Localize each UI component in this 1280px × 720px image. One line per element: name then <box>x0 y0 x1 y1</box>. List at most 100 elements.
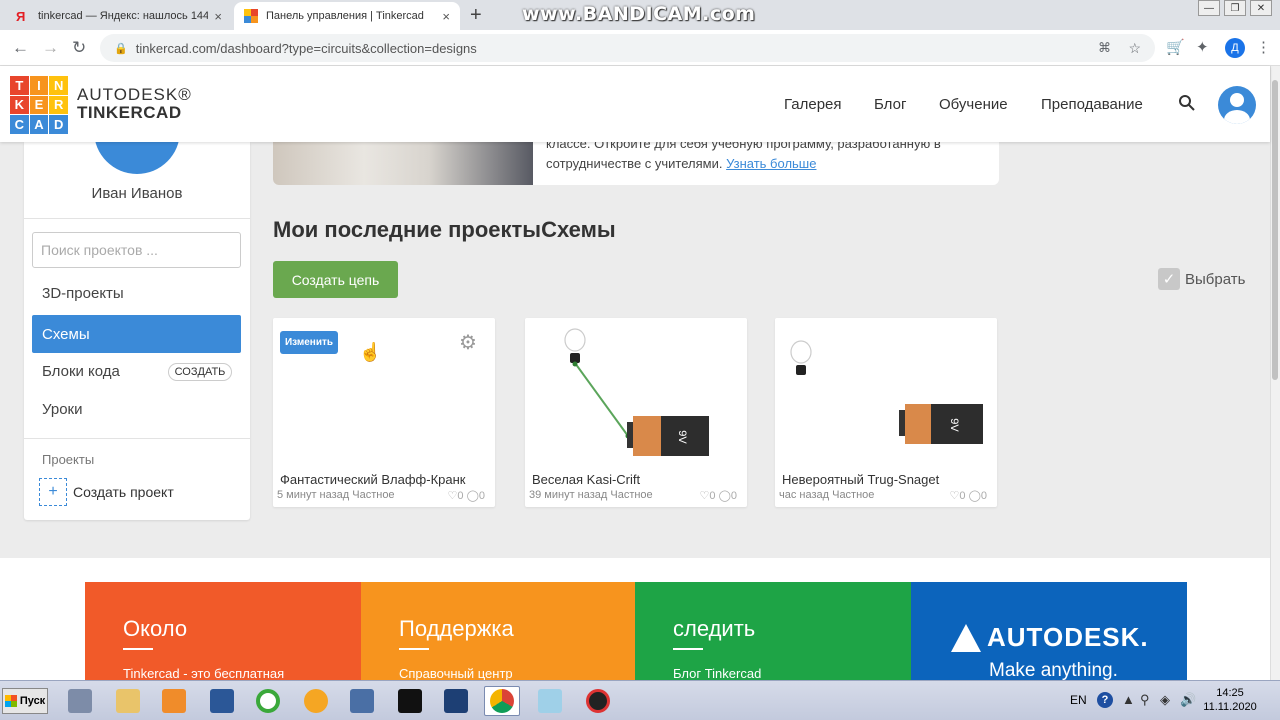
media-player-icon[interactable] <box>156 686 192 716</box>
close-icon[interactable]: × <box>214 9 222 24</box>
project-card[interactable]: 9V Веселая Kasi-Crift 39 минут назад Час… <box>525 318 747 507</box>
battery-icon <box>633 416 661 456</box>
comments-count: 0 <box>478 490 485 502</box>
tinkercad-logo[interactable]: TIN KER CAD <box>10 76 68 134</box>
nav-teaching[interactable]: Преподавание <box>1041 96 1143 113</box>
pycharm-icon[interactable] <box>392 686 428 716</box>
bandicam-icon[interactable] <box>580 686 616 716</box>
divider <box>673 648 703 650</box>
url-field[interactable]: 🔒 tinkercad.com/dashboard?type=circuits&… <box>100 34 1155 62</box>
search-projects-input[interactable] <box>32 232 241 268</box>
card-title[interactable]: Фантастический Влафф-Кранк <box>280 472 465 487</box>
edit-button[interactable]: Изменить <box>280 331 338 354</box>
user-avatar[interactable] <box>1218 86 1256 124</box>
footer-heading: Около <box>123 616 188 641</box>
start-label: Пуск <box>19 695 46 707</box>
network-icon[interactable]: ⚲ <box>1140 692 1150 708</box>
nav-gallery[interactable]: Галерея <box>784 96 842 113</box>
forward-icon[interactable]: → <box>42 38 59 58</box>
profile-avatar[interactable]: Д <box>1225 38 1245 58</box>
search-icon[interactable] <box>1178 94 1196 112</box>
volume-icon[interactable]: 🔊 <box>1180 692 1196 708</box>
comment-icon: ◯ <box>466 490 479 502</box>
app-film-icon[interactable] <box>344 686 380 716</box>
user-name: Иван Иванов <box>91 185 183 202</box>
card-title[interactable]: Веселая Kasi-Crift <box>532 472 640 487</box>
close-window-button[interactable]: ✕ <box>1250 0 1272 16</box>
create-project-button[interactable]: + Создать проект <box>39 478 174 506</box>
tab-title: Панель управления | Tinkercad <box>266 10 424 22</box>
brand-line-autodesk: AUTODESK® <box>77 85 192 104</box>
reload-icon[interactable]: ↻ <box>72 38 86 58</box>
logo-letter: C <box>10 115 29 134</box>
language-indicator[interactable]: EN <box>1070 693 1087 707</box>
battery-label: 9V <box>676 430 688 444</box>
banner-text: классе. Откройте для себя учебную програ… <box>546 142 986 174</box>
sidebar-item-lessons[interactable]: Уроки <box>32 390 241 428</box>
tab-yandex[interactable]: Я tinkercad — Яндекс: нашлось 144 млн × <box>6 2 232 30</box>
photoshop-icon[interactable] <box>438 686 474 716</box>
heart-icon: ♡ <box>447 490 458 502</box>
nav-learning[interactable]: Обучение <box>939 96 1008 113</box>
card-title[interactable]: Невероятный Trug-Snaget <box>782 472 939 487</box>
sidebar-item-3d[interactable]: 3D-проекты <box>32 274 241 312</box>
logo-letter: R <box>49 95 68 115</box>
project-card[interactable]: 9V Невероятный Trug-Snaget час назад Час… <box>775 318 997 507</box>
footer-link[interactable]: Справочный центр <box>399 666 513 680</box>
hand-cursor-icon: ☝ <box>359 342 382 362</box>
card-meta: 39 минут назад Частное <box>529 489 653 501</box>
create-codeblock-button[interactable]: СОЗДАТЬ <box>168 363 232 381</box>
maximize-button[interactable]: ❐ <box>1224 0 1246 16</box>
os-taskbar: Пуск EN ? ▲ ⚲ ◈ 🔊 14:25 11.11.2020 <box>0 680 1280 720</box>
close-icon[interactable]: × <box>442 9 450 24</box>
footer-autodesk: AUTODESK. Make anything. <box>911 582 1187 680</box>
translate-icon[interactable]: ⌘ <box>1098 40 1111 56</box>
footer-link[interactable]: Tinkercad - это бесплатная <box>123 666 284 680</box>
sidebar: Иван Иванов 3D-проекты Схемы Блоки кода … <box>24 102 250 520</box>
bulb-icon <box>790 340 812 364</box>
heart-icon: ♡ <box>949 490 960 502</box>
learn-more-link[interactable]: Узнать больше <box>726 156 816 171</box>
chrome-icon[interactable] <box>484 686 520 716</box>
back-icon[interactable]: ← <box>12 38 29 58</box>
tab-tinkercad[interactable]: Панель управления | Tinkercad × <box>234 2 460 30</box>
project-card[interactable]: Изменить ⚙ ☝ Фантастический Влафф-Кранк … <box>273 318 495 507</box>
sidebar-item-circuits[interactable]: Схемы <box>32 315 241 353</box>
cart-icon[interactable]: 🛒 <box>1166 38 1185 56</box>
likes-count: 0 <box>457 490 464 502</box>
nav-blog[interactable]: Блог <box>874 96 906 113</box>
projects-label: Проекты <box>42 452 95 467</box>
app-green-icon[interactable] <box>250 686 286 716</box>
help-icon[interactable]: ? <box>1097 692 1113 708</box>
app-eraser-icon[interactable] <box>532 686 568 716</box>
tray-expand-icon[interactable]: ▲ <box>1122 692 1135 707</box>
menu-icon[interactable]: ⋮ <box>1256 38 1271 56</box>
calculator-icon[interactable] <box>62 686 98 716</box>
autodesk-logo[interactable]: AUTODESK. <box>951 622 1149 653</box>
antivirus-icon[interactable]: ◈ <box>1160 692 1170 708</box>
browser-tabbar: Я tinkercad — Яндекс: нашлось 144 млн × … <box>0 0 1280 30</box>
battery-label: 9V <box>948 418 960 432</box>
explorer-icon[interactable] <box>110 686 146 716</box>
promo-banner: классе. Откройте для себя учебную програ… <box>273 142 999 185</box>
heart-icon: ♡ <box>699 490 710 502</box>
app-orange-icon[interactable] <box>298 686 334 716</box>
extensions-icon[interactable]: ✦ <box>1196 38 1209 56</box>
gear-icon[interactable]: ⚙ <box>459 330 477 355</box>
create-circuit-button[interactable]: Создать цепь <box>273 261 398 298</box>
word-icon[interactable] <box>204 686 240 716</box>
start-button[interactable]: Пуск <box>2 688 48 714</box>
scrollbar-thumb[interactable] <box>1272 80 1278 380</box>
footer-heading: следить <box>673 616 756 641</box>
circuit-thumbnail: 9V <box>790 340 983 444</box>
checkbox-icon: ✓ <box>1158 268 1180 290</box>
new-tab-button[interactable]: + <box>470 4 482 27</box>
minimize-button[interactable]: — <box>1198 0 1220 16</box>
create-project-label: Создать проект <box>73 484 174 500</box>
select-toggle[interactable]: ✓ Выбрать <box>1158 268 1245 290</box>
bookmark-star-icon[interactable]: ☆ <box>1128 40 1141 57</box>
autodesk-triangle-icon <box>951 623 981 652</box>
footer-link[interactable]: Блог Tinkercad <box>673 666 761 680</box>
system-clock[interactable]: 14:25 11.11.2020 <box>1198 686 1262 714</box>
brand-name[interactable]: AUTODESK® TINKERCAD <box>77 86 192 122</box>
